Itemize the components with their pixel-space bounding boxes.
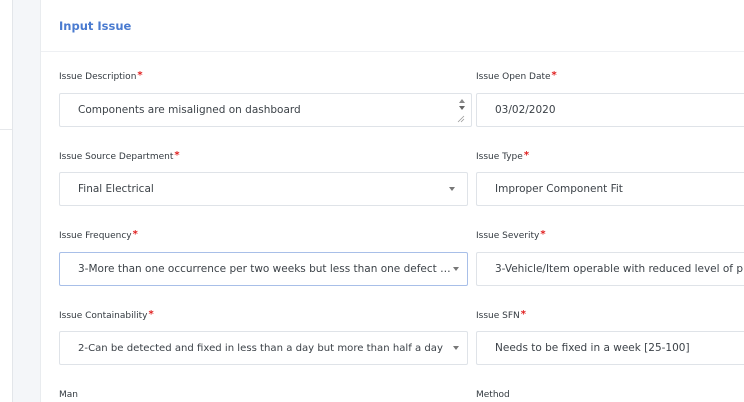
required-marker: * [137, 70, 143, 81]
required-marker: * [540, 229, 546, 240]
sidebar-divider [0, 129, 12, 130]
spin-up-arrow[interactable] [459, 99, 465, 103]
issue-description-textarea[interactable]: Components are misaligned on dashboard [59, 93, 472, 127]
issue-type-label: Issue Type* [476, 150, 530, 162]
man-label: Man [59, 390, 78, 400]
issue-open-date-input[interactable]: 03/02/2020 [476, 93, 744, 127]
issue-type-label-text: Issue Type [476, 152, 523, 162]
issue-frequency-label-text: Issue Frequency [59, 231, 132, 241]
issue-containability-select[interactable]: 2-Can be detected and fixed in less than… [59, 331, 468, 365]
chevron-down-icon[interactable] [449, 187, 455, 191]
issue-sfn-select[interactable]: Needs to be fixed in a week [25-100] [476, 331, 744, 365]
method-label: Method [476, 390, 510, 400]
issue-severity-value: 3-Vehicle/Item operable with reduced lev… [495, 263, 744, 275]
issue-description-value: Components are misaligned on dashboard [78, 104, 301, 116]
panel-header: Input Issue [41, 0, 744, 52]
issue-open-date-value: 03/02/2020 [495, 104, 556, 116]
issue-type-select[interactable]: Improper Component Fit [476, 172, 744, 206]
issue-open-date-label-text: Issue Open Date [476, 72, 551, 82]
issue-containability-label: Issue Containability* [59, 309, 154, 321]
issue-description-label: Issue Description* [59, 70, 143, 82]
spinner-arrows-icon[interactable] [457, 97, 467, 123]
panel-title: Input Issue [59, 18, 132, 33]
issue-containability-label-text: Issue Containability [59, 311, 148, 321]
issue-description-label-text: Issue Description [59, 72, 137, 82]
issue-severity-select[interactable]: 3-Vehicle/Item operable with reduced lev… [476, 252, 744, 286]
required-marker: * [148, 309, 154, 320]
issue-severity-label: Issue Severity* [476, 229, 546, 241]
required-marker: * [523, 150, 530, 161]
issue-frequency-label: Issue Frequency* [59, 229, 138, 241]
required-marker: * [551, 70, 557, 81]
required-marker: * [174, 150, 180, 161]
resize-grip-icon[interactable] [457, 115, 465, 123]
chevron-down-icon[interactable] [453, 346, 459, 350]
issue-sfn-value: Needs to be fixed in a week [25-100] [495, 342, 690, 354]
issue-source-department-select[interactable]: Final Electrical [59, 172, 468, 206]
spin-down-arrow[interactable] [459, 106, 465, 110]
issue-type-value: Improper Component Fit [495, 183, 623, 195]
input-issue-panel: Input Issue Issue Description* Component… [40, 0, 744, 402]
issue-frequency-value: 3-More than one occurrence per two weeks… [78, 263, 451, 275]
left-sidebar [0, 0, 13, 402]
issue-sfn-label-text: Issue SFN [476, 311, 520, 321]
issue-frequency-select[interactable]: 3-More than one occurrence per two weeks… [59, 252, 468, 286]
issue-severity-label-text: Issue Severity [476, 231, 540, 241]
required-marker: * [132, 229, 138, 240]
issue-source-department-value: Final Electrical [78, 183, 154, 195]
issue-source-department-label: Issue Source Department* [59, 150, 180, 162]
app-frame: Input Issue Issue Description* Component… [0, 0, 744, 402]
issue-source-department-label-text: Issue Source Department [59, 152, 174, 162]
required-marker: * [520, 309, 526, 320]
issue-open-date-label: Issue Open Date* [476, 70, 557, 82]
issue-sfn-label: Issue SFN* [476, 309, 526, 321]
chevron-down-icon[interactable] [453, 267, 459, 271]
issue-containability-value: 2-Can be detected and fixed in less than… [78, 342, 443, 354]
